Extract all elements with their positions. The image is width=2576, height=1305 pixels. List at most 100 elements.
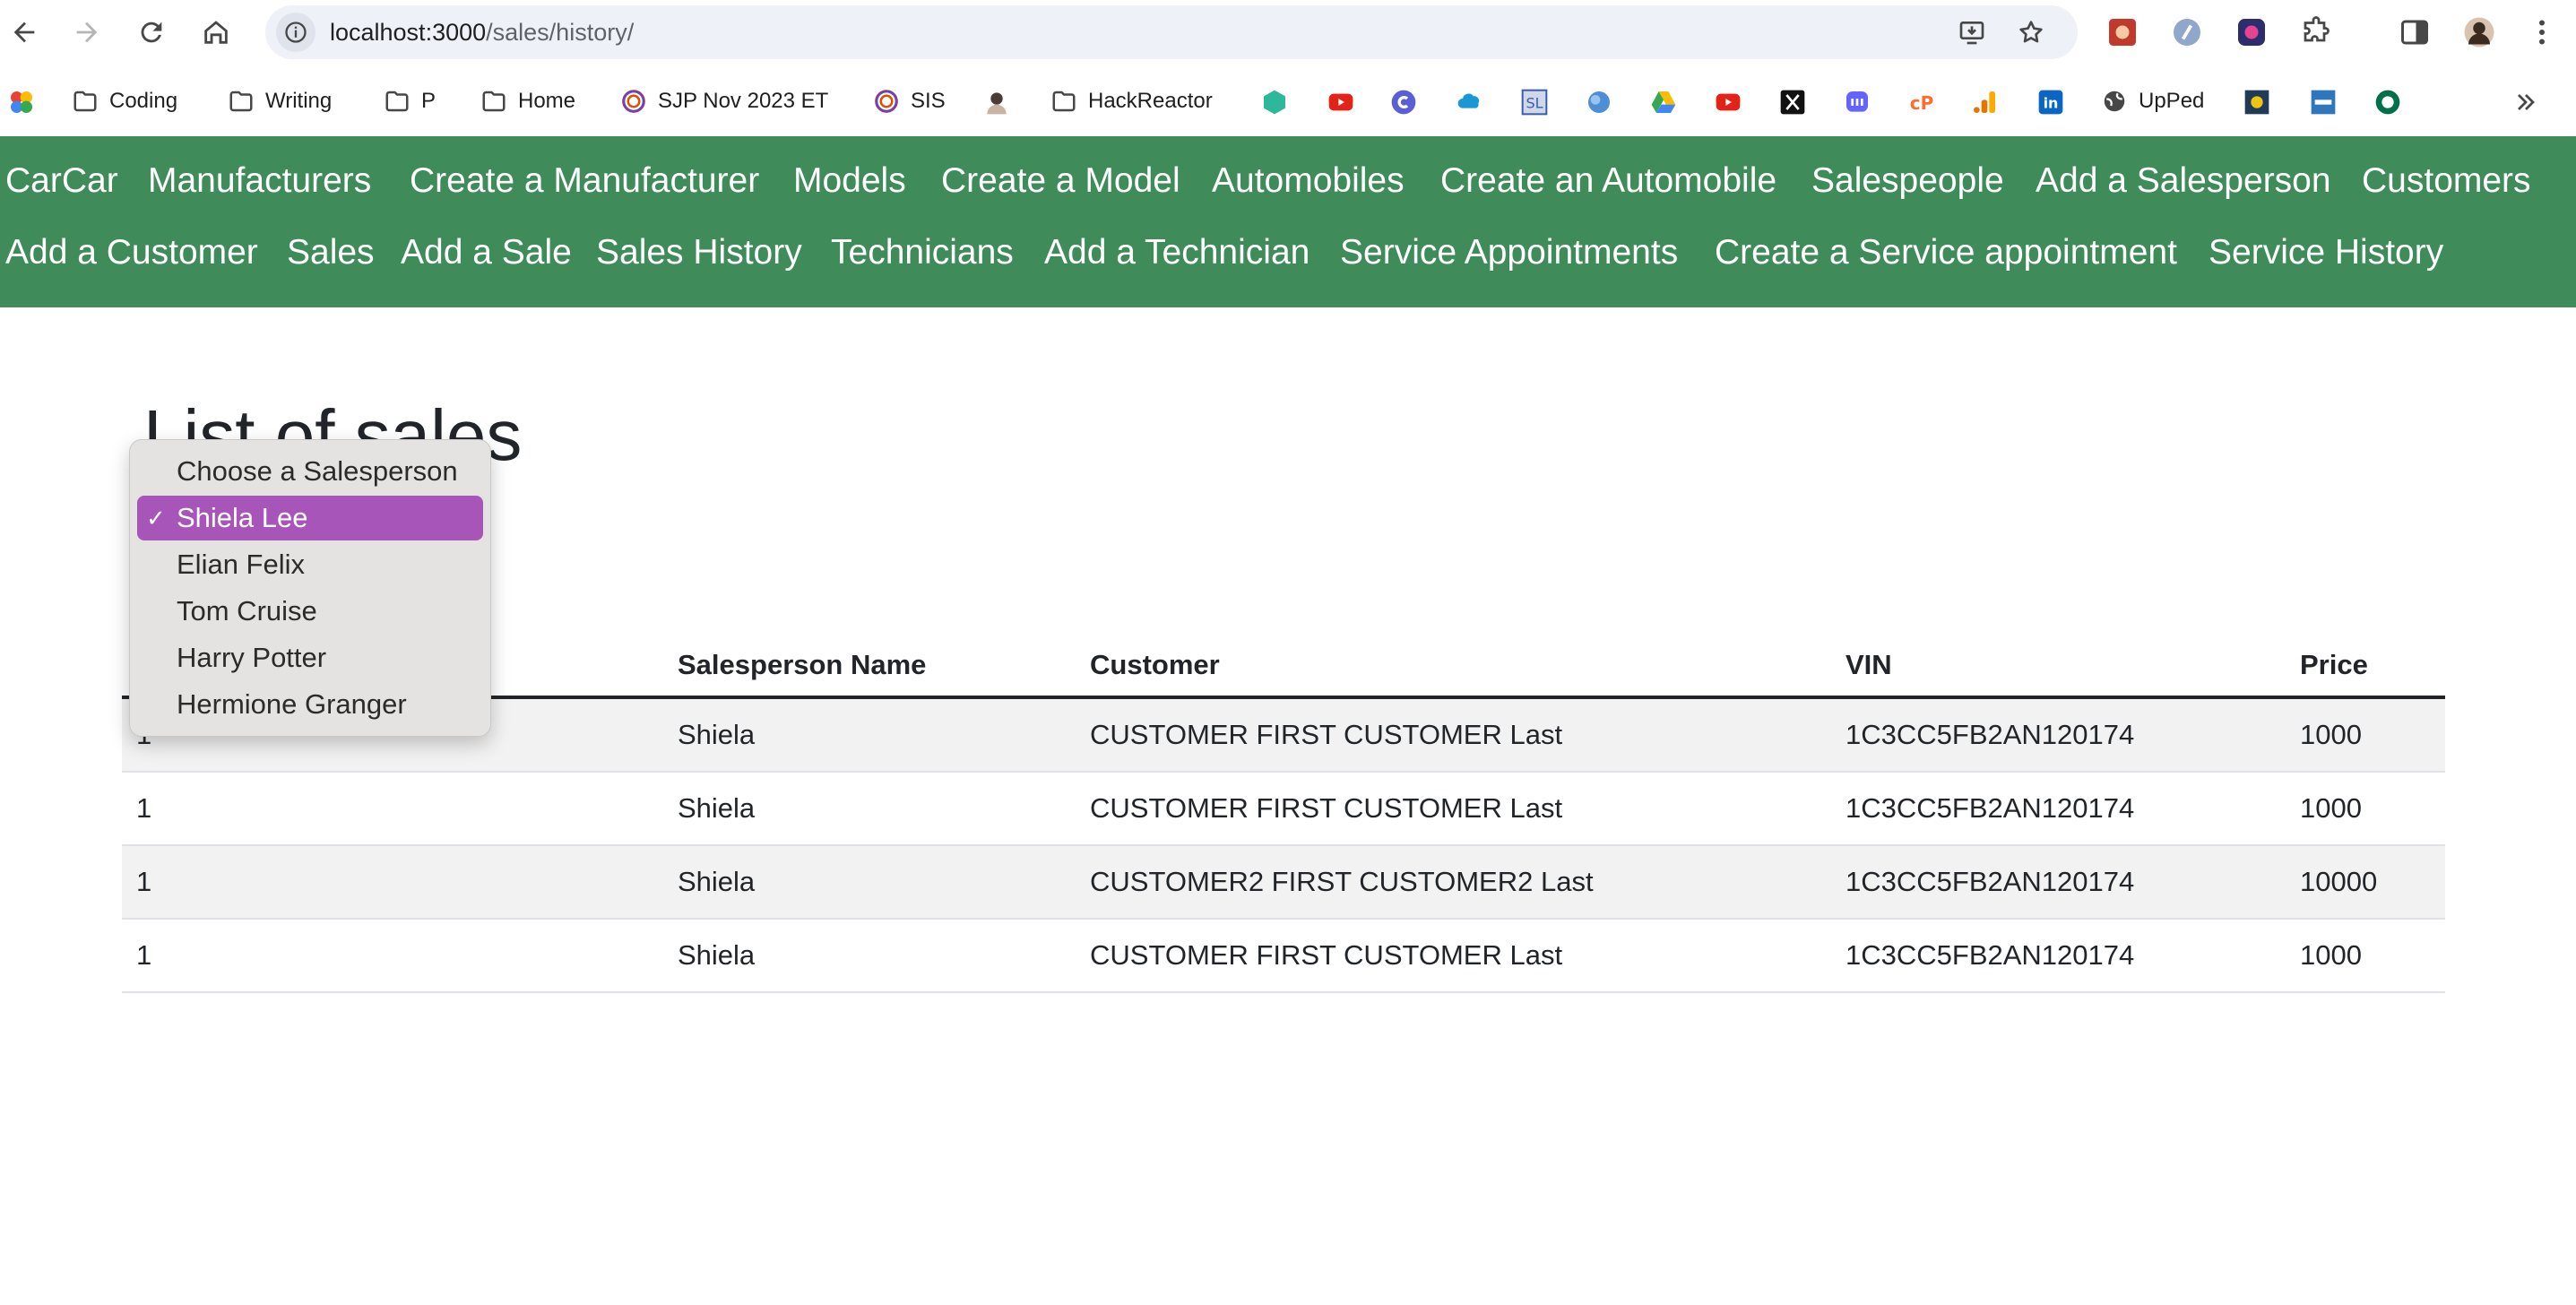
app-navbar: CarCar Manufacturers Create a Manufactur…: [0, 136, 2576, 307]
install-app-icon[interactable]: [1954, 14, 1990, 50]
bookmark-label: Writing: [265, 89, 333, 113]
url-path: /sales/history/: [486, 19, 635, 46]
bookmark-coding[interactable]: Coding: [72, 82, 177, 120]
select-option[interactable]: Harry Potter: [137, 635, 483, 680]
c-logo-icon[interactable]: [1387, 86, 1420, 118]
youtube-icon[interactable]: [1325, 86, 1357, 118]
cell-id: 1: [136, 939, 152, 971]
nav-link-create-automobile[interactable]: Create an Automobile: [1440, 160, 1776, 203]
nav-link-create-manufacturer[interactable]: Create a Manufacturer: [410, 160, 759, 203]
sl-logo-icon[interactable]: SL: [1518, 86, 1551, 118]
svg-text:SL: SL: [1526, 95, 1543, 112]
forward-button[interactable]: [66, 12, 108, 53]
option-label: Harry Potter: [177, 642, 327, 673]
youtube-icon[interactable]: [1712, 86, 1744, 118]
nav-link-customers[interactable]: Customers: [2362, 160, 2531, 203]
bookmark-sjp[interactable]: SJP Nov 2023 ET: [620, 82, 828, 120]
nav-link-add-salesperson[interactable]: Add a Salesperson: [2036, 160, 2331, 203]
nav-link-create-model[interactable]: Create a Model: [941, 160, 1180, 203]
column-header-salesperson: Salesperson Name: [678, 649, 927, 680]
cell-customer: CUSTOMER FIRST CUSTOMER Last: [1090, 939, 1563, 971]
nav-brand-carcar[interactable]: CarCar: [5, 160, 118, 203]
cell-price: 1000: [2300, 939, 2362, 971]
nav-link-sales[interactable]: Sales: [287, 231, 375, 274]
cell-id: 1: [136, 792, 152, 824]
bookmark-hackreactor[interactable]: HackReactor: [1050, 82, 1213, 120]
mastodon-icon[interactable]: [1841, 86, 1873, 118]
analytics-icon[interactable]: [1968, 86, 2001, 118]
url-host: localhost:3000: [330, 19, 487, 46]
checkmark-icon: ✓: [146, 505, 166, 532]
bookmark-writing[interactable]: Writing: [228, 82, 332, 120]
nav-link-manufacturers[interactable]: Manufacturers: [148, 160, 371, 203]
side-panel-icon[interactable]: [2395, 13, 2434, 52]
svg-text:in: in: [2044, 95, 2059, 112]
bookmark-p[interactable]: P: [384, 82, 436, 120]
csx-icon[interactable]: [1258, 86, 1291, 118]
bookmark-avatar-icon[interactable]: [981, 86, 1013, 118]
reload-button[interactable]: [131, 12, 172, 53]
site-info-icon[interactable]: [276, 13, 316, 52]
x-logo-icon[interactable]: [1776, 86, 1809, 118]
starbucks-icon[interactable]: [2372, 86, 2404, 118]
select-option-placeholder[interactable]: Choose a Salesperson: [137, 449, 483, 494]
cell-price: 1000: [2300, 792, 2362, 824]
extension-1-icon[interactable]: [2103, 13, 2142, 52]
table-row: 1 Shiela CUSTOMER FIRST CUSTOMER Last 1C…: [122, 920, 2445, 993]
nav-link-add-customer[interactable]: Add a Customer: [5, 231, 258, 274]
nav-link-service-history[interactable]: Service History: [2209, 231, 2443, 274]
bookmark-star-icon[interactable]: [2013, 14, 2049, 50]
google-drive-icon[interactable]: [1647, 86, 1680, 118]
browser-toolbar: localhost:3000/sales/history/: [0, 0, 2576, 66]
option-label: Shiela Lee: [177, 502, 308, 533]
apps-pinwheel-icon[interactable]: [5, 86, 38, 118]
url-text[interactable]: localhost:3000/sales/history/: [330, 5, 634, 59]
globe-icon: [2104, 91, 2125, 112]
cell-customer: CUSTOMER FIRST CUSTOMER Last: [1090, 719, 1563, 750]
more-bookmarks-chevron-icon[interactable]: [2510, 86, 2542, 118]
arrow-right-icon: [76, 22, 98, 43]
table-row: 1 Shiela CUSTOMER FIRST CUSTOMER Last 1C…: [122, 773, 2445, 846]
extension-2-icon[interactable]: [2167, 13, 2207, 52]
linkedin-icon[interactable]: in: [2035, 86, 2067, 118]
amex-icon[interactable]: [2307, 86, 2339, 118]
nav-link-technicians[interactable]: Technicians: [831, 231, 1014, 274]
bookmark-label: P: [421, 89, 437, 113]
sun-logo-icon[interactable]: [2241, 86, 2273, 118]
nav-link-automobiles[interactable]: Automobiles: [1212, 160, 1405, 203]
bookmark-label: UpPed: [2139, 89, 2205, 113]
nav-link-add-sale[interactable]: Add a Sale: [401, 231, 572, 274]
salesforce-cloud-icon[interactable]: [1454, 86, 1486, 118]
select-option[interactable]: Hermione Granger: [137, 682, 483, 727]
address-bar[interactable]: localhost:3000/sales/history/: [265, 5, 2078, 59]
back-button[interactable]: [4, 12, 45, 53]
cell-salesperson: Shiela: [678, 719, 756, 750]
nav-link-add-technician[interactable]: Add a Technician: [1044, 231, 1310, 274]
nav-link-models[interactable]: Models: [793, 160, 906, 203]
bookmark-home[interactable]: Home: [480, 82, 575, 120]
extension-3-icon[interactable]: [2232, 13, 2271, 52]
browser-menu-icon[interactable]: [2522, 13, 2562, 52]
home-button[interactable]: [195, 12, 237, 53]
bookmark-sis[interactable]: SIS: [873, 82, 946, 120]
folder-icon: [229, 91, 253, 112]
column-header-price: Price: [2300, 649, 2368, 680]
profile-avatar-icon[interactable]: [2459, 13, 2499, 52]
nav-link-sales-history[interactable]: Sales History: [596, 231, 802, 274]
extensions-puzzle-icon[interactable]: [2296, 13, 2336, 52]
nav-link-create-service-appointment[interactable]: Create a Service appointment: [1715, 231, 2177, 274]
nav-link-salespeople[interactable]: Salespeople: [1811, 160, 2004, 203]
bookmarks-bar: Coding Writing P Home SJP Nov 2023 ET SI…: [0, 66, 2576, 136]
folder-icon: [385, 91, 409, 112]
nav-link-service-appointments[interactable]: Service Appointments: [1340, 231, 1678, 274]
blue-orb-icon[interactable]: [1583, 86, 1615, 118]
select-option[interactable]: Elian Felix: [137, 542, 483, 587]
reload-icon: [141, 22, 162, 43]
select-option[interactable]: Tom Cruise: [137, 589, 483, 634]
cpanel-icon[interactable]: cP: [1906, 86, 1938, 118]
cell-customer: CUSTOMER FIRST CUSTOMER Last: [1090, 792, 1563, 824]
select-option-selected[interactable]: ✓ Shiela Lee: [137, 496, 483, 540]
bookmark-upped[interactable]: UpPed: [2101, 82, 2204, 120]
salesperson-select-dropdown[interactable]: Choose a Salesperson ✓ Shiela Lee Elian …: [129, 439, 491, 737]
option-label: Hermione Granger: [177, 688, 407, 720]
